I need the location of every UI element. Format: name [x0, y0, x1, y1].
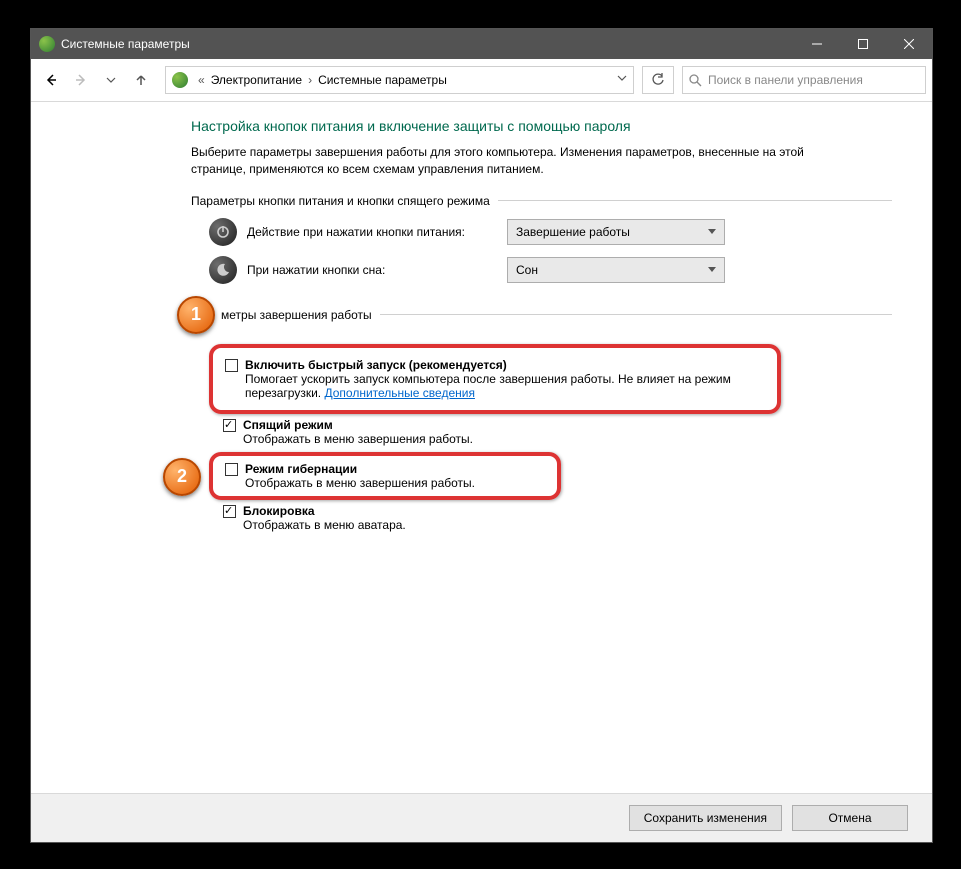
fast-startup-checkbox[interactable]: [225, 359, 238, 372]
titlebar: Системные параметры: [31, 29, 932, 59]
recent-locations-button[interactable]: [97, 66, 125, 94]
lock-desc: Отображать в меню аватара.: [243, 518, 406, 532]
breadcrumb-power[interactable]: Электропитание: [209, 73, 304, 87]
row-sleep-button: При нажатии кнопки сна: Сон: [209, 256, 892, 284]
save-button[interactable]: Сохранить изменения: [629, 805, 782, 831]
refresh-button[interactable]: [642, 66, 674, 94]
forward-button[interactable]: [67, 66, 95, 94]
page-title: Настройка кнопок питания и включение защ…: [191, 118, 892, 134]
sleep-button-action-value: Сон: [516, 263, 538, 277]
sleep-desc: Отображать в меню завершения работы.: [243, 432, 473, 446]
fast-startup-desc: Помогает ускорить запуск компьютера посл…: [245, 372, 731, 400]
option-fast-startup: Включить быстрый запуск (рекомендуется) …: [225, 356, 765, 402]
section-header-shutdown: 1 метры завершения работы: [191, 296, 892, 334]
power-button-label: Действие при нажатии кнопки питания:: [247, 225, 507, 239]
power-button-action-value: Завершение работы: [516, 225, 630, 239]
moon-icon: [209, 256, 237, 284]
power-options-icon: [172, 72, 188, 88]
option-lock: Блокировка Отображать в меню аватара.: [213, 502, 892, 534]
search-icon: [689, 74, 702, 87]
sleep-checkbox[interactable]: [223, 419, 236, 432]
section-header-shutdown-label: метры завершения работы: [221, 308, 372, 322]
option-sleep: Спящий режим Отображать в меню завершени…: [213, 416, 892, 448]
power-button-action-select[interactable]: Завершение работы: [507, 219, 725, 245]
maximize-button[interactable]: [840, 29, 886, 59]
hibernate-checkbox[interactable]: [225, 463, 238, 476]
annotation-badge-2: 2: [163, 458, 201, 496]
lock-checkbox[interactable]: [223, 505, 236, 518]
close-button[interactable]: [886, 29, 932, 59]
power-icon: [209, 218, 237, 246]
chevron-left-icon: «: [194, 73, 209, 87]
section-header-buttons: Параметры кнопки питания и кнопки спящег…: [191, 194, 892, 208]
minimize-button[interactable]: [794, 29, 840, 59]
address-bar[interactable]: « Электропитание › Системные параметры: [165, 66, 634, 94]
lock-title: Блокировка: [243, 504, 315, 518]
up-button[interactable]: [127, 66, 155, 94]
annotation-badge-1: 1: [177, 296, 215, 334]
search-input[interactable]: Поиск в панели управления: [682, 66, 926, 94]
option-hibernate: Режим гибернации Отображать в меню завер…: [225, 460, 545, 492]
power-options-icon: [39, 36, 55, 52]
window: Системные параметры: [30, 28, 933, 843]
row-power-button: Действие при нажатии кнопки питания: Зав…: [209, 218, 892, 246]
sleep-title: Спящий режим: [243, 418, 333, 432]
navbar: « Электропитание › Системные параметры П…: [31, 59, 932, 102]
fast-startup-title: Включить быстрый запуск (рекомендуется): [245, 358, 507, 372]
search-placeholder: Поиск в панели управления: [708, 73, 863, 87]
content-area: Настройка кнопок питания и включение защ…: [31, 102, 932, 842]
sleep-button-label: При нажатии кнопки сна:: [247, 263, 507, 277]
footer: Сохранить изменения Отмена: [31, 793, 932, 842]
back-button[interactable]: [37, 66, 65, 94]
hibernate-desc: Отображать в меню завершения работы.: [245, 476, 475, 490]
breadcrumb-system-params[interactable]: Системные параметры: [316, 73, 449, 87]
chevron-right-icon: ›: [304, 73, 316, 87]
sleep-button-action-select[interactable]: Сон: [507, 257, 725, 283]
hibernate-title: Режим гибернации: [245, 462, 357, 476]
section-header-label: Параметры кнопки питания и кнопки спящег…: [191, 194, 490, 208]
chevron-down-icon: [708, 267, 716, 272]
annotation-callout-2: 2 Режим гибернации Отображать в меню зав…: [209, 452, 561, 500]
page-description: Выберите параметры завершения работы для…: [191, 144, 811, 178]
address-dropdown-icon[interactable]: [617, 73, 627, 83]
chevron-down-icon: [708, 229, 716, 234]
annotation-callout-1: Включить быстрый запуск (рекомендуется) …: [209, 344, 781, 414]
fast-startup-more-link[interactable]: Дополнительные сведения: [324, 386, 474, 400]
cancel-button[interactable]: Отмена: [792, 805, 908, 831]
window-title: Системные параметры: [61, 37, 794, 51]
